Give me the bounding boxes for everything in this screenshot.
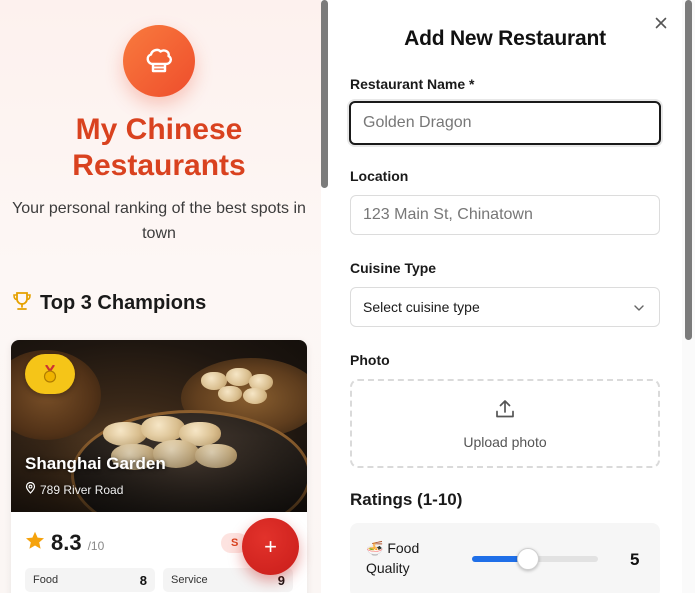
restaurant-photo: Shanghai Garden 789 River Road [11, 340, 307, 512]
location-pin-icon [25, 481, 36, 497]
ratings-title: Ratings (1-10) [350, 490, 463, 509]
add-restaurant-button[interactable]: + [242, 518, 299, 575]
restaurant-name: Shanghai Garden [25, 454, 166, 473]
medal-icon [25, 354, 75, 394]
chevron-down-icon [633, 299, 645, 315]
noodle-bowl-icon: 🍜 [366, 540, 384, 556]
cuisine-type-label: Cuisine Type [350, 260, 437, 276]
modal-title: Add New Restaurant [404, 27, 606, 50]
sub-rating-label: Food [33, 574, 59, 586]
slider-thumb[interactable] [517, 548, 539, 570]
location-label: Location [350, 168, 409, 184]
rating-row-food-quality: 🍜 Food Quality 5 [350, 523, 660, 593]
page-subtitle: Your personal ranking of the best spots … [12, 200, 306, 242]
main-page: My Chinese Restaurants Your personal ran… [0, 0, 322, 593]
modal-scrollbar[interactable] [685, 0, 692, 340]
chef-hat-icon [123, 25, 195, 97]
photo-label: Photo [350, 352, 390, 368]
location-input[interactable] [350, 195, 660, 235]
star-icon [25, 531, 45, 555]
overall-score: 8.3 /10 [25, 530, 104, 556]
add-restaurant-modal: Add New Restaurant Restaurant Name * Loc… [330, 0, 680, 593]
sub-rating-food: Food 8 [25, 568, 155, 592]
page-title: My Chinese Restaurants [72, 113, 246, 182]
food-quality-slider[interactable] [472, 548, 598, 570]
location-text: 789 River Road [40, 482, 124, 497]
restaurant-name-label: Restaurant Name * [350, 76, 475, 92]
cuisine-type-select[interactable]: Select cuisine type [350, 287, 660, 327]
sub-rating-label: Service [171, 574, 208, 586]
photo-upload-dropzone[interactable]: Upload photo [350, 379, 660, 468]
sub-rating-value: 9 [277, 572, 285, 588]
restaurant-name-input[interactable] [349, 101, 661, 145]
page-scrollbar[interactable] [321, 0, 328, 188]
score-max: /10 [87, 539, 105, 553]
sub-rating-value: 8 [139, 572, 147, 588]
champions-title: Top 3 Champions [40, 292, 207, 314]
upload-icon [494, 398, 516, 425]
rating-value: 5 [630, 550, 640, 569]
champions-heading: Top 3 Champions [12, 291, 206, 316]
rating-label: 🍜 Food Quality [366, 538, 446, 578]
score-value: 8.3 [51, 530, 82, 555]
trophy-icon [12, 291, 32, 316]
cuisine-selected-value: Select cuisine type [363, 299, 480, 315]
restaurant-location: 789 River Road [25, 481, 124, 497]
upload-text: Upload photo [463, 433, 547, 450]
